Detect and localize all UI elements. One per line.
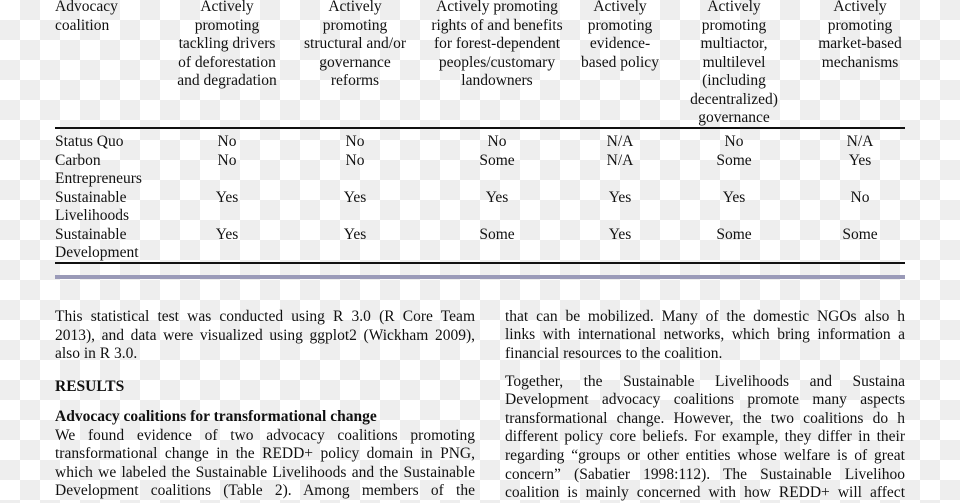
table-cell: No — [217, 151, 237, 169]
column-header: landowners — [461, 72, 533, 89]
paragraph-line: This statistical test was conducted usin… — [55, 308, 475, 325]
table-cell: Yes — [608, 225, 632, 243]
table-cell: Yes — [485, 188, 509, 206]
table-cell: No — [217, 133, 237, 150]
row-label: Sustainable — [55, 225, 127, 243]
table-cell: Yes — [848, 151, 872, 169]
table-bottom-rule — [55, 262, 905, 264]
table-cell: No — [850, 188, 870, 206]
paragraph-line: transformational change in the REDD+ pol… — [55, 445, 475, 463]
column-header: Actively — [833, 0, 887, 15]
paragraph-line: coalition is mainly concerned with how R… — [505, 484, 905, 502]
paragraph-line: concern” (Sabatier 1998:112). The Sustai… — [505, 465, 905, 483]
table-cell: Some — [842, 225, 878, 243]
table-cell: N/A — [606, 151, 634, 169]
table-cell: Some — [479, 151, 515, 169]
table-cell: Yes — [608, 188, 632, 206]
paragraph-line: that can be mobilized. Many of the domes… — [505, 307, 905, 325]
column-header: (including — [702, 72, 766, 89]
paragraph-line: Development advocacy coalitions promote … — [505, 391, 905, 409]
table-cell: Yes — [215, 225, 239, 243]
row-label: Development — [55, 244, 139, 261]
table-cell: Yes — [722, 188, 746, 206]
column-header: mechanisms — [821, 53, 899, 71]
paragraph-line: also in R 3.0. — [55, 345, 138, 363]
row-label: Entrepreneurs — [55, 170, 142, 187]
row-label: Livelihoods — [55, 207, 130, 224]
row-label: Status Quo — [55, 133, 124, 150]
column-header: decentralized) — [690, 90, 778, 108]
table-cell: N/A — [606, 133, 634, 150]
paragraph-line: links with international networks, which… — [505, 326, 905, 344]
paragraph-line: Development coalitions (Table 2). Among … — [55, 482, 475, 500]
paragraph-line: different policy core beliefs. For examp… — [505, 428, 905, 446]
table-cell: No — [724, 133, 744, 150]
table-cell: No — [345, 151, 365, 169]
table-cell: Yes — [215, 188, 239, 206]
row-label: Carbon — [55, 151, 101, 169]
table-cell: No — [487, 133, 507, 150]
table-cell: Yes — [343, 188, 367, 206]
table-cell: N/A — [846, 133, 874, 150]
table-cell: Some — [716, 225, 752, 243]
section-divider — [55, 275, 905, 279]
table-cell: Some — [716, 151, 752, 169]
column-header: promoting — [827, 16, 893, 34]
table-cell: Some — [479, 225, 515, 243]
paragraph-line: financial resources to the coalition. — [505, 344, 723, 362]
table-cell: No — [345, 133, 365, 150]
column-header: Advocacy — [55, 0, 118, 15]
column-header: market-based — [818, 35, 902, 52]
row-label: Sustainable — [55, 188, 127, 206]
paragraph-line: regarding “groups or other entities whos… — [505, 446, 905, 464]
paragraph-line: We found evidence of two advocacy coalit… — [55, 426, 475, 444]
subheading: Advocacy coalitions for transformational… — [55, 407, 377, 425]
table-cell: Yes — [343, 225, 367, 243]
table-header-rule — [55, 127, 905, 129]
paragraph-line: transformational change. However, the tw… — [505, 409, 905, 427]
column-header: governance — [698, 109, 770, 126]
section-heading: RESULTS — [55, 378, 125, 395]
paragraph-line: Together, the Sustainable Livelihoods an… — [505, 372, 905, 390]
column-header: coalition — [55, 16, 110, 34]
paragraph-line: which we labeled the Sustainable Livelih… — [55, 463, 475, 481]
paragraph-line: 2013), and data were visualized using gg… — [55, 326, 475, 344]
